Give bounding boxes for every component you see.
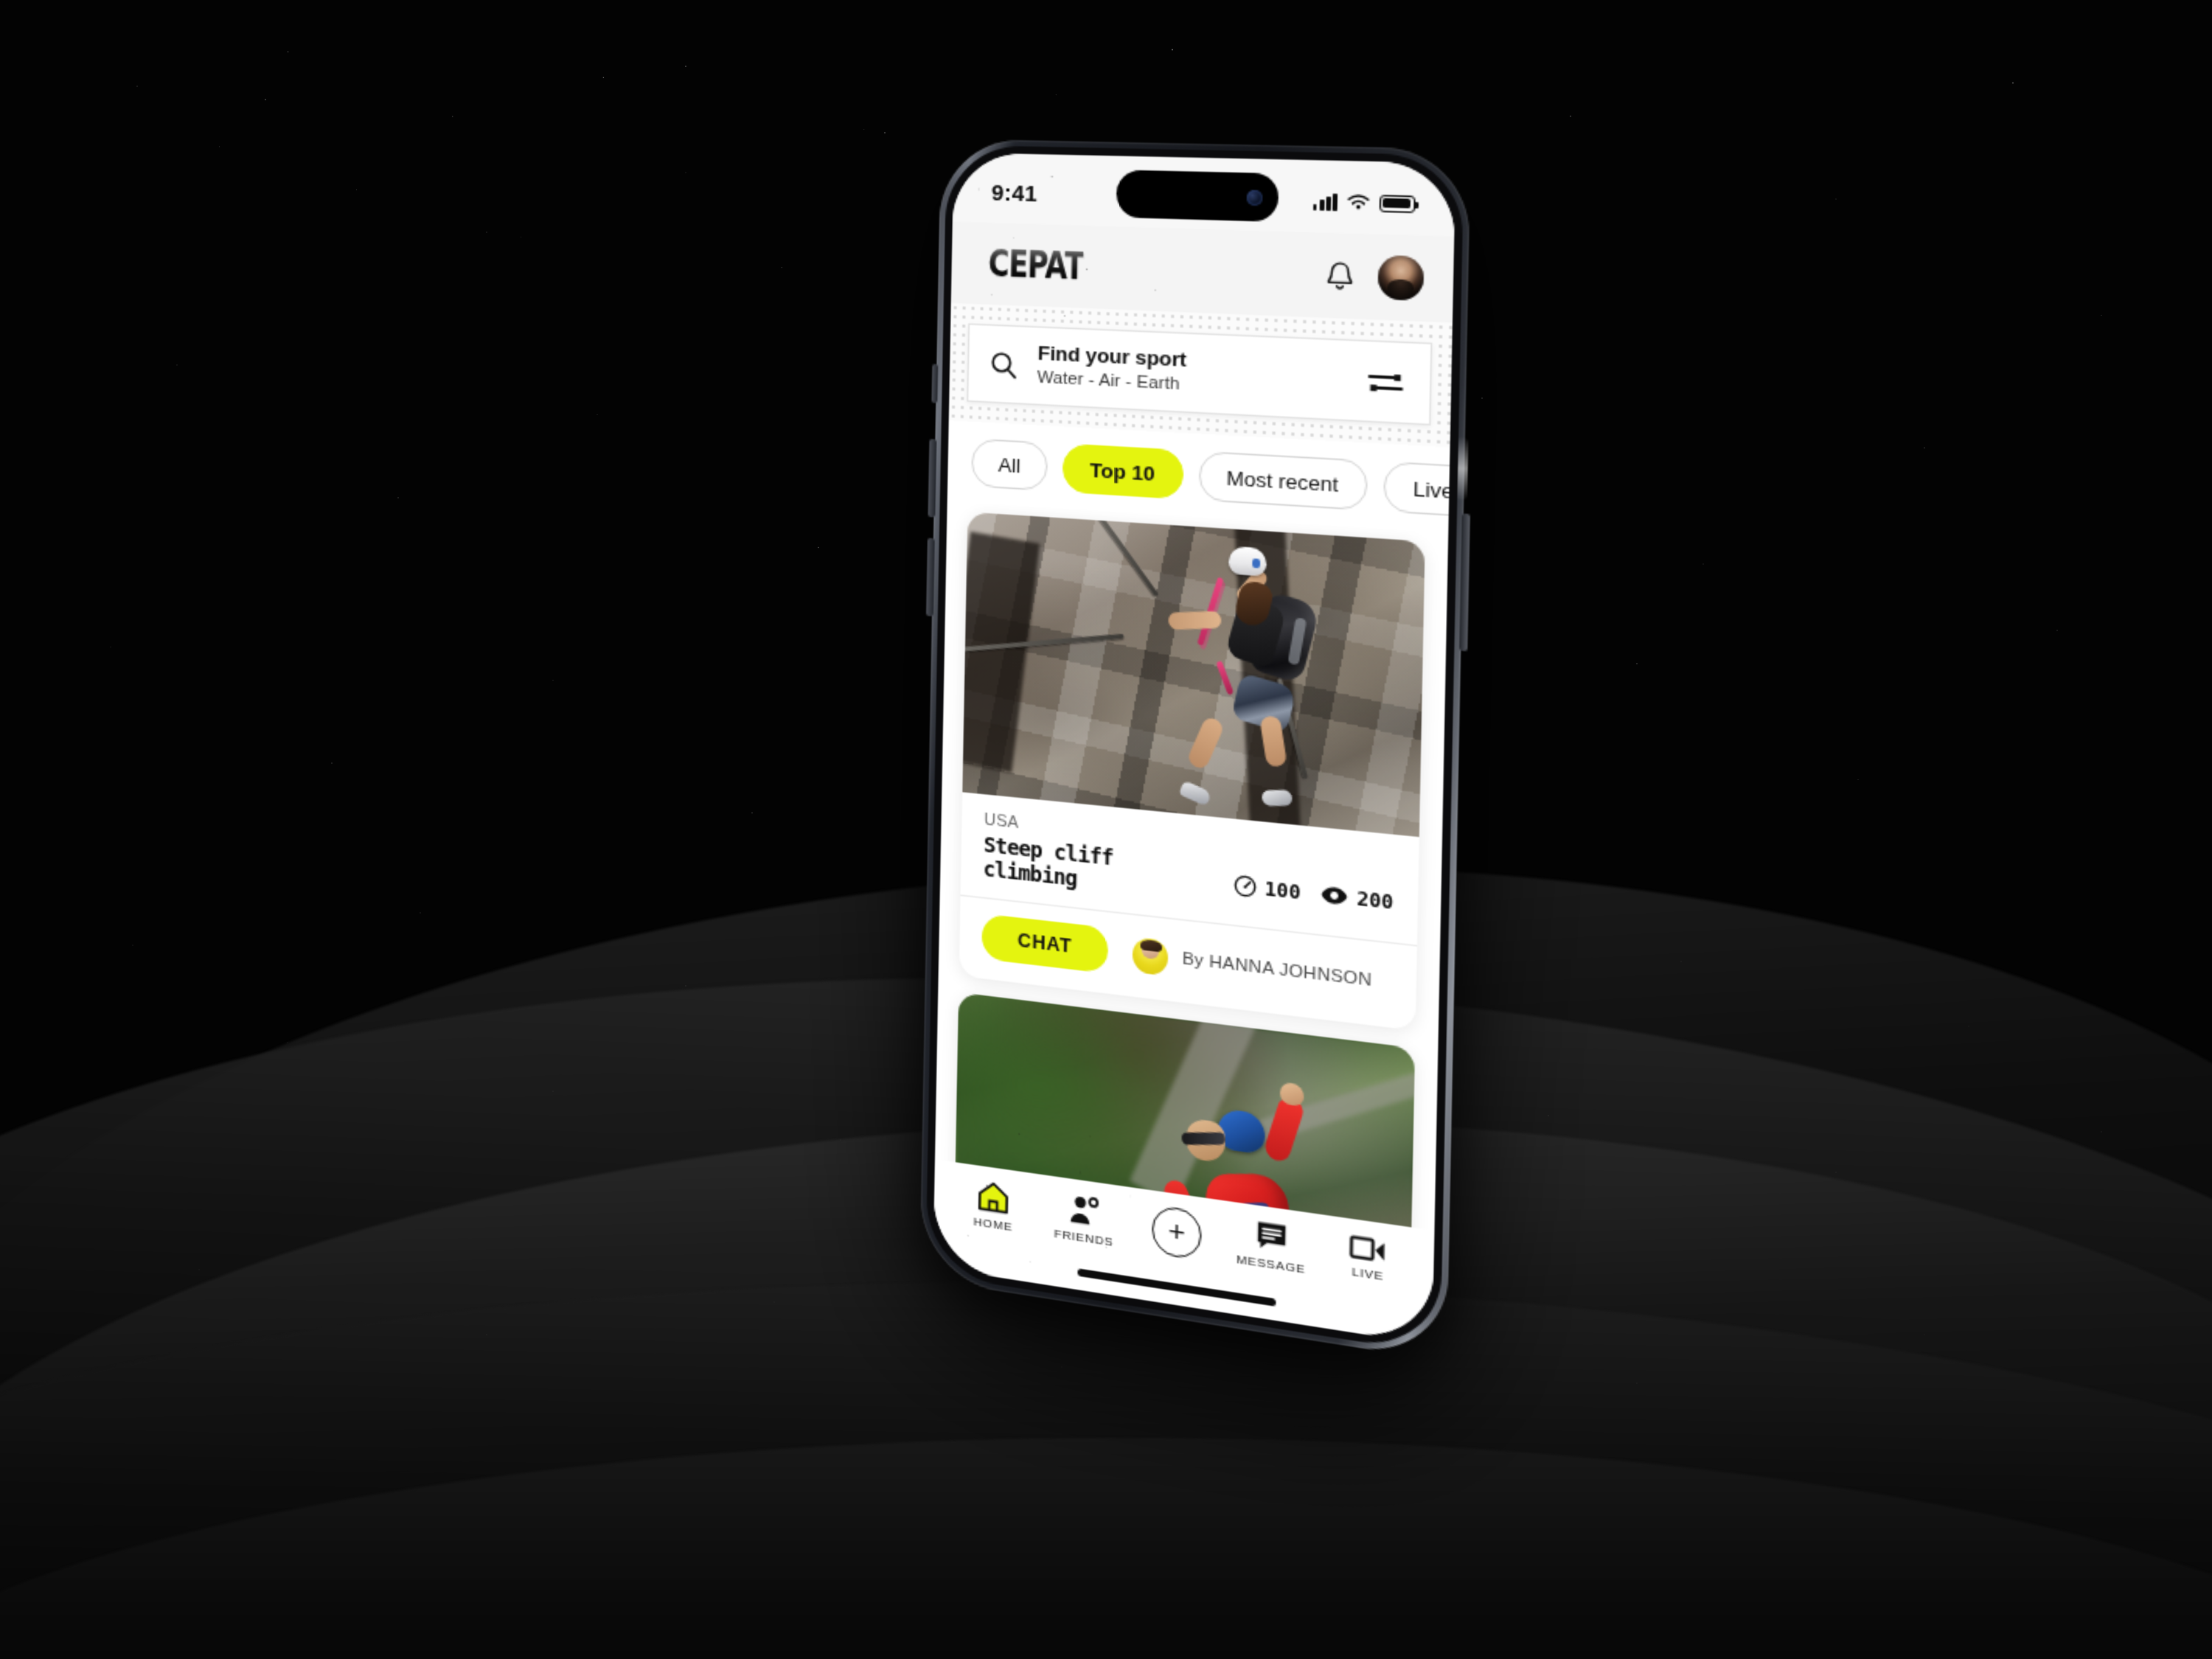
search-input[interactable]: Find your sport Water - Air - Earth <box>967 323 1433 426</box>
header-actions <box>1324 253 1425 302</box>
search-icon <box>990 349 1018 380</box>
speed-value: 100 <box>1264 875 1301 903</box>
tab-friends-label: FRIENDS <box>1054 1226 1114 1250</box>
card-stats: 100 200 <box>1233 872 1394 913</box>
hanna-johnson-avatar <box>1132 936 1169 975</box>
bell-icon[interactable] <box>1324 259 1355 293</box>
video-camera-icon <box>1349 1233 1385 1265</box>
feed-list[interactable]: USA Steep cliff climbing 100 200 CHAT By… <box>934 501 1449 1231</box>
brand-logo: CEPAT <box>987 242 1085 289</box>
chip-most-recent[interactable]: Most recent <box>1197 451 1368 511</box>
chat-button[interactable]: CHAT <box>981 914 1109 974</box>
battery-icon <box>1379 194 1416 213</box>
tab-message[interactable]: MESSAGE <box>1227 1215 1317 1278</box>
sliders-filter-icon[interactable] <box>1368 368 1404 397</box>
tab-friends[interactable]: FRIENDS <box>1041 1189 1127 1251</box>
plus-icon: + <box>1151 1204 1203 1262</box>
volume-up-button[interactable] <box>928 439 937 518</box>
speed-stat: 100 <box>1233 872 1301 903</box>
home-icon <box>977 1179 1010 1215</box>
front-camera-icon <box>1246 189 1263 206</box>
tab-live-label: LIVE <box>1352 1265 1384 1284</box>
message-icon <box>1257 1222 1286 1252</box>
views-stat: 200 <box>1321 882 1394 913</box>
tab-live[interactable]: LIVE <box>1323 1229 1414 1288</box>
eye-icon <box>1322 885 1348 905</box>
status-icons <box>1312 192 1416 213</box>
tab-create[interactable]: + <box>1133 1202 1220 1269</box>
tab-home[interactable]: HOME <box>952 1175 1036 1237</box>
tab-message-label: MESSAGE <box>1236 1252 1307 1277</box>
dynamic-island <box>1116 170 1279 223</box>
phone-mockup: 9:41 CEPAT Find your sport Water - Air -… <box>919 139 1471 1362</box>
user-avatar[interactable] <box>1377 254 1425 302</box>
phone-screen: 9:41 CEPAT Find your sport Water - Air -… <box>933 152 1456 1346</box>
card-author[interactable]: By HANNA JOHNSON <box>1132 936 1373 999</box>
wifi-icon <box>1346 192 1372 209</box>
search-text-group: Find your sport Water - Air - Earth <box>1037 342 1347 406</box>
volume-down-button[interactable] <box>925 538 935 617</box>
phone-bezel: 9:41 CEPAT Find your sport Water - Air -… <box>925 145 1464 1354</box>
climber-figure <box>1149 541 1368 820</box>
status-time: 9:41 <box>991 179 1038 207</box>
cliff-climbing-photo[interactable] <box>962 512 1425 838</box>
phone-frame: 9:41 CEPAT Find your sport Water - Air -… <box>919 139 1471 1362</box>
friends-icon <box>1070 1192 1101 1225</box>
speedometer-icon <box>1233 872 1257 898</box>
feed-card[interactable]: USA Steep cliff climbing 100 200 CHAT By… <box>959 512 1425 1031</box>
home-indicator[interactable] <box>1077 1268 1276 1307</box>
chip-all[interactable]: All <box>971 438 1048 492</box>
chip-live-action[interactable]: Live action <box>1383 461 1450 522</box>
views-value: 200 <box>1356 885 1394 914</box>
tab-home-label: HOME <box>973 1214 1013 1234</box>
chip-top-10[interactable]: Top 10 <box>1062 443 1183 500</box>
mute-switch[interactable] <box>931 364 939 403</box>
author-name: By HANNA JOHNSON <box>1182 950 1373 991</box>
cellular-signal-icon <box>1312 192 1338 211</box>
